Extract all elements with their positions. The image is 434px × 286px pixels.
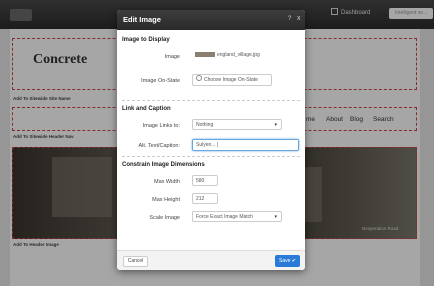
scale-image-value: Force Exact Image Match [196, 214, 253, 220]
max-width-input[interactable]: 580 [192, 175, 218, 186]
save-button[interactable]: Save ✔ [275, 255, 300, 267]
dialog-title: Edit Image [123, 15, 161, 24]
close-icon[interactable]: x [297, 15, 301, 22]
links-to-value: Nothing [196, 122, 214, 128]
image-file-name: england_village.jpg [217, 52, 260, 58]
file-icon [196, 75, 202, 81]
edit-image-dialog: Edit Image ? x Image to Display Image en… [117, 10, 305, 270]
links-to-select[interactable]: Nothing ▾ [192, 119, 282, 130]
save-label: Save [279, 258, 291, 264]
chevron-down-icon: ▾ [274, 214, 277, 220]
help-icon[interactable]: ? [288, 16, 291, 22]
cancel-button[interactable]: Cancel [123, 256, 148, 267]
alt-text-input[interactable]: Sulyen... | [192, 139, 299, 151]
divider [122, 100, 300, 101]
dialog-header: Edit Image ? x [117, 10, 305, 30]
scale-image-select[interactable]: Force Exact Image Match ▾ [192, 211, 282, 222]
section-constrain-dimensions: Constrain Image Dimensions [122, 162, 205, 168]
dialog-footer: Cancel Save ✔ [117, 250, 305, 270]
chevron-down-icon: ▾ [274, 122, 277, 128]
image-file-selector[interactable]: england_village.jpg [192, 50, 270, 62]
onstate-selector[interactable]: Choose Image On-State [192, 74, 272, 86]
image-label: Image [164, 54, 180, 60]
onstate-value: Choose Image On-State [204, 77, 258, 83]
alt-text-label: Alt. Text/Caption: [138, 143, 180, 149]
checkmark-icon: ✔ [291, 258, 296, 264]
max-height-label: Max Height [152, 197, 180, 203]
scale-image-label: Scale Image [149, 215, 180, 221]
onstate-label: Image On-State [141, 78, 180, 84]
section-image-to-display: Image to Display [122, 37, 170, 43]
divider [122, 156, 300, 157]
links-to-label: Image Links to: [142, 123, 180, 129]
image-thumbnail [195, 52, 215, 57]
section-link-and-caption: Link and Caption [122, 106, 171, 112]
max-height-input[interactable]: 212 [192, 193, 218, 204]
max-width-label: Max Width [154, 179, 180, 185]
